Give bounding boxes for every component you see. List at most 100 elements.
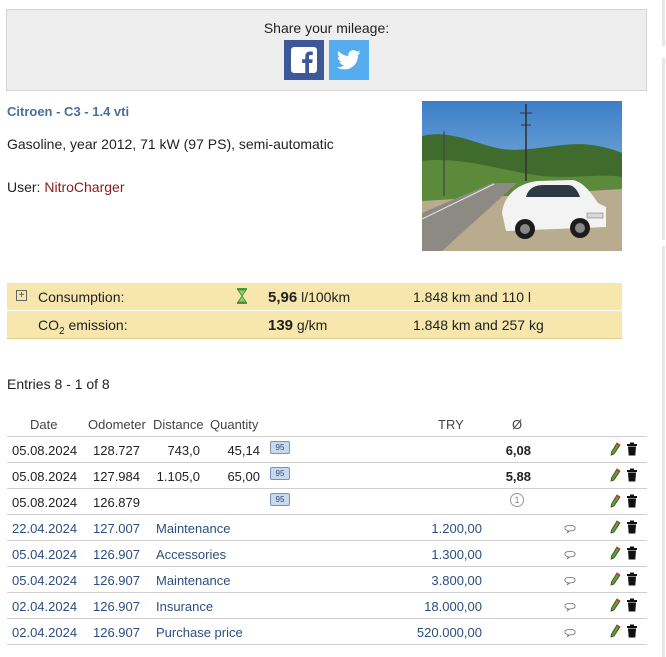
facebook-icon: [291, 47, 317, 73]
cell-odometer: 126.907: [93, 625, 140, 640]
cell-odometer: 128.727: [93, 443, 140, 458]
comment-icon[interactable]: [564, 522, 576, 536]
cell-average: 6,08: [505, 443, 531, 458]
facebook-share-button[interactable]: [284, 40, 324, 80]
header-average[interactable]: Ø: [512, 417, 522, 432]
cell-odometer: 127.984: [93, 469, 140, 484]
header-distance[interactable]: Distance: [153, 417, 204, 432]
cell-cost-type: Insurance: [156, 599, 214, 614]
header-quantity[interactable]: Quantity: [210, 417, 258, 432]
share-panel: Share your mileage:: [6, 9, 647, 91]
trash-icon[interactable]: [626, 624, 638, 638]
comment-icon[interactable]: [564, 600, 576, 614]
cell-date: 05.08.2024: [12, 495, 78, 510]
cell-amount: 1.200,00: [431, 521, 482, 536]
consumption-row: + Consumption: 5,96 l/100km 1.848 km and…: [7, 283, 622, 311]
cell-average: 5,88: [505, 469, 531, 484]
cell-cost-type: Accessories: [156, 547, 227, 562]
pencil-icon[interactable]: [609, 624, 621, 638]
cell-date: 02.04.2024: [12, 599, 78, 614]
cell-date: 02.04.2024: [12, 625, 78, 640]
trash-icon[interactable]: [626, 442, 638, 456]
consumption-value: 5,96 l/100km: [268, 289, 350, 306]
cell-amount: 3.800,00: [431, 573, 482, 588]
consumption-unit: l/100km: [297, 289, 351, 305]
trash-icon[interactable]: [626, 468, 638, 482]
cell-amount: 18.000,00: [424, 599, 482, 614]
table-row[interactable]: 05.04.2024 126.907 Maintenance 3.800,00: [7, 567, 647, 593]
table-row[interactable]: 02.04.2024 126.907 Purchase price 520.00…: [7, 619, 647, 645]
cell-date: 05.08.2024: [12, 469, 78, 484]
fuel-type-badge: 95: [270, 441, 290, 454]
user-label: User:: [7, 179, 45, 195]
first-fill-marker: 1: [510, 493, 524, 507]
cell-cost-type: Maintenance: [156, 573, 231, 588]
right-edge-rule: [662, 0, 665, 46]
twitter-share-button[interactable]: [329, 40, 369, 80]
header-currency[interactable]: TRY: [438, 417, 464, 432]
cell-cost-type: Purchase price: [156, 625, 243, 640]
right-edge-rule: [662, 246, 665, 657]
emission-number: 139: [268, 317, 294, 334]
trash-icon[interactable]: [626, 520, 638, 534]
cell-date: 05.04.2024: [12, 573, 78, 588]
vehicle-photo-image: [422, 101, 622, 251]
fuel-type-badge: 95: [270, 493, 290, 506]
emission-value: 139 g/km: [268, 317, 327, 334]
emission-row: CO2 emission: 139 g/km 1.848 km and 257 …: [7, 311, 622, 339]
pencil-icon[interactable]: [609, 572, 621, 586]
table-row[interactable]: 05.04.2024 126.907 Accessories 1.300,00: [7, 541, 647, 567]
comment-icon[interactable]: [564, 626, 576, 640]
trash-icon[interactable]: [626, 572, 638, 586]
trash-icon[interactable]: [626, 546, 638, 560]
cell-cost-type: Maintenance: [156, 521, 231, 536]
fuel-type-badge: 95: [270, 467, 290, 480]
emission-unit: g/km: [293, 317, 328, 333]
table-header: Date Odometer Distance Quantity TRY Ø: [7, 411, 647, 437]
table-row[interactable]: 05.08.2024 126.879 95 1: [7, 489, 647, 515]
pencil-icon[interactable]: [609, 442, 621, 456]
emission-basis: 1.848 km and 257 kg: [413, 317, 544, 333]
consumption-basis: 1.848 km and 110 l: [413, 289, 532, 305]
share-title: Share your mileage:: [263, 20, 390, 36]
pencil-icon[interactable]: [609, 598, 621, 612]
consumption-label: Consumption:: [38, 289, 125, 305]
cell-distance: 1.105,0: [156, 469, 200, 484]
cell-date: 05.04.2024: [12, 547, 78, 562]
entries-table: Date Odometer Distance Quantity TRY Ø 05…: [7, 411, 647, 645]
table-row[interactable]: 22.04.2024 127.007 Maintenance 1.200,00: [7, 515, 647, 541]
user-name-link[interactable]: NitroCharger: [44, 179, 124, 195]
cell-date: 22.04.2024: [12, 521, 78, 536]
header-date[interactable]: Date: [30, 417, 57, 432]
cell-date: 05.08.2024: [12, 443, 78, 458]
emission-label-co: CO: [38, 317, 59, 333]
comment-icon[interactable]: [564, 574, 576, 588]
cell-amount: 1.300,00: [431, 547, 482, 562]
entries-count: Entries 8 - 1 of 8: [7, 376, 110, 392]
table-row[interactable]: 05.08.2024 128.727 743,0 45,14 95 6,08: [7, 437, 647, 463]
vehicle-specs: Gasoline, year 2012, 71 kW (97 PS), semi…: [7, 136, 334, 152]
cell-quantity: 65,00: [227, 469, 260, 484]
trash-icon[interactable]: [626, 598, 638, 612]
right-edge-rule: [662, 58, 665, 240]
consumption-number: 5,96: [268, 289, 298, 306]
pencil-icon[interactable]: [609, 468, 621, 482]
pencil-icon[interactable]: [609, 520, 621, 534]
table-row[interactable]: 02.04.2024 126.907 Insurance 18.000,00: [7, 593, 647, 619]
vehicle-title[interactable]: Citroen - C3 - 1.4 vti: [7, 104, 129, 119]
pencil-icon[interactable]: [609, 494, 621, 508]
trash-icon[interactable]: [626, 494, 638, 508]
pencil-icon[interactable]: [609, 546, 621, 560]
cell-odometer: 127.007: [93, 521, 140, 536]
comment-icon[interactable]: [564, 548, 576, 562]
cell-distance: 743,0: [167, 443, 200, 458]
header-odometer[interactable]: Odometer: [88, 417, 146, 432]
cell-odometer: 126.907: [93, 573, 140, 588]
expand-plus-icon[interactable]: +: [16, 290, 27, 301]
vehicle-photo[interactable]: [422, 101, 622, 251]
emission-label-tail: emission:: [64, 317, 128, 333]
table-row[interactable]: 05.08.2024 127.984 1.105,0 65,00 95 5,88: [7, 463, 647, 489]
twitter-icon: [337, 50, 361, 70]
cell-odometer: 126.907: [93, 599, 140, 614]
cell-odometer: 126.879: [93, 495, 140, 510]
